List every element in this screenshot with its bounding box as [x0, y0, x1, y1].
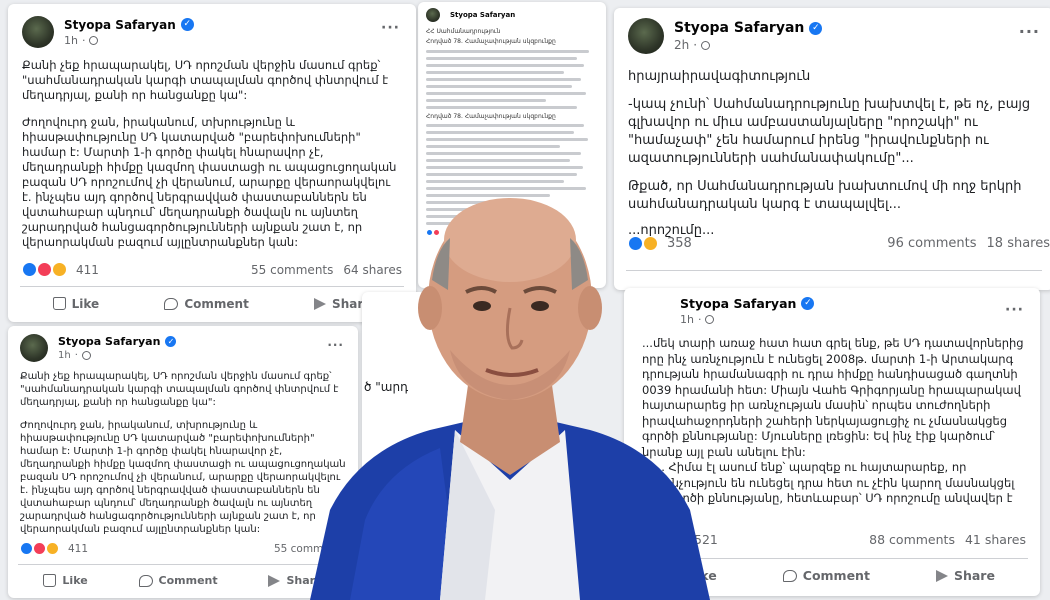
- care-reaction-icon: [52, 262, 67, 277]
- like-button[interactable]: Like: [52, 296, 100, 311]
- post-heading-text: հրայրաիրավագիտություն: [628, 69, 811, 84]
- author-row: Styopa Safaryan ✓: [674, 20, 823, 36]
- thumbs-up-icon: [43, 574, 57, 587]
- author-name[interactable]: Styopa Safaryan: [450, 11, 515, 19]
- comments-count[interactable]: 88 comments: [869, 532, 955, 547]
- like-label: Like: [62, 574, 88, 587]
- post-header: Styopa Safaryan ✓ 2h ·: [614, 8, 1050, 54]
- shares-count[interactable]: 41 shares: [965, 532, 1026, 547]
- post-meta: 2h ·: [674, 38, 822, 52]
- collage-stage: Styopa Safaryan ՀՀ Սահմանադրություն Հոդվ…: [0, 0, 1050, 600]
- post-meta: 1h ·: [58, 350, 176, 361]
- post-stats: 521 88 comments 41 shares: [694, 532, 1026, 547]
- person-portrait-image: [310, 198, 710, 600]
- share-label: Share: [953, 568, 995, 583]
- author-row: Styopa Safaryan ✓: [58, 335, 177, 348]
- more-options-icon[interactable]: ···: [381, 20, 400, 36]
- comment-button[interactable]: Comment: [782, 568, 870, 583]
- author-name[interactable]: Styopa Safaryan: [58, 335, 160, 348]
- share-icon: [268, 574, 281, 587]
- comment-label: Comment: [158, 574, 218, 587]
- like-reaction-icon: [20, 542, 33, 555]
- care-reaction-icon: [46, 542, 59, 555]
- share-icon: [935, 569, 948, 582]
- like-label: Like: [71, 296, 100, 311]
- shares-count[interactable]: 18 shares: [987, 236, 1050, 251]
- reactions-summary[interactable]: 411: [22, 262, 99, 277]
- love-reaction-icon: [33, 542, 46, 555]
- reactions-summary[interactable]: 411: [20, 542, 88, 555]
- author-name[interactable]: Styopa Safaryan: [674, 20, 804, 36]
- love-reaction-icon: [37, 262, 52, 277]
- author-name[interactable]: Styopa Safaryan: [64, 18, 176, 32]
- post-meta: 1h ·: [64, 34, 194, 47]
- reaction-count: 411: [76, 262, 99, 277]
- globe-icon: [701, 40, 711, 50]
- comment-label: Comment: [802, 568, 870, 583]
- post-time[interactable]: 1h: [64, 34, 78, 47]
- avatar[interactable]: [628, 18, 664, 54]
- post-time[interactable]: 1h: [58, 350, 71, 361]
- like-button[interactable]: Like: [43, 574, 88, 587]
- share-button[interactable]: Share: [935, 568, 995, 583]
- post-body-text-1: -կապ չունի՝ Սահմանադրությունը խախտվել է,…: [628, 97, 1031, 166]
- avatar: [426, 8, 440, 22]
- doc-title: ՀՀ Սահմանադրություն: [426, 28, 501, 35]
- author-row: Styopa Safaryan ✓: [64, 18, 194, 32]
- doc-text-block: [426, 50, 598, 109]
- doc-header: Styopa Safaryan: [426, 8, 598, 22]
- post-time[interactable]: 2h: [674, 38, 689, 52]
- avatar[interactable]: [20, 334, 48, 362]
- more-options-icon[interactable]: ···: [1005, 302, 1024, 318]
- comment-button[interactable]: Comment: [138, 574, 218, 587]
- doc-article-2: Հոդված 78. Համաչափության սկզբունքը: [426, 113, 556, 120]
- verified-badge-icon: ✓: [180, 18, 194, 31]
- globe-icon: [81, 351, 91, 360]
- comment-icon: [138, 574, 153, 587]
- verified-badge-icon: ✓: [809, 21, 823, 35]
- comment-label: Comment: [184, 296, 249, 311]
- comments-count[interactable]: 96 comments: [887, 236, 976, 251]
- post-lead-text: Քանի չեք հրապարակել, ՍԴ որոշման վերջին մ…: [22, 58, 389, 102]
- comment-icon: [164, 297, 179, 310]
- comment-icon: [782, 569, 797, 582]
- thumbs-up-icon: [52, 297, 66, 310]
- verified-badge-icon: ✓: [801, 297, 815, 310]
- like-reaction-icon: [22, 262, 37, 277]
- doc-article: Հոդված 78. Համաչափության սկզբունքը: [426, 38, 556, 45]
- verified-badge-icon: ✓: [165, 336, 177, 347]
- post-header: Styopa Safaryan ✓ 1h ·: [8, 4, 416, 48]
- avatar[interactable]: [22, 16, 54, 48]
- more-options-icon[interactable]: ···: [1019, 22, 1040, 41]
- comment-button[interactable]: Comment: [164, 296, 249, 311]
- author-label: Styopa Safaryan: [450, 11, 516, 19]
- globe-icon: [89, 35, 99, 45]
- reaction-count: 411: [68, 542, 89, 555]
